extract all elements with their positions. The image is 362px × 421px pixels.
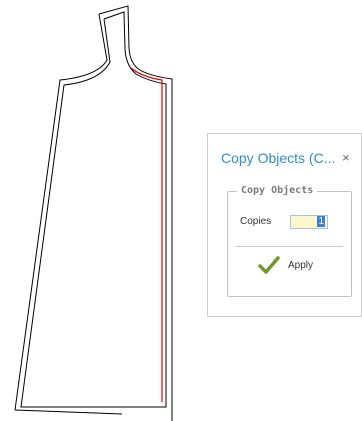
apply-button[interactable]: Apply bbox=[258, 254, 323, 278]
apply-label: Apply bbox=[288, 260, 314, 271]
copy-objects-group: Copy Objects Copies 1 Apply bbox=[227, 184, 352, 297]
copies-input[interactable]: 1 bbox=[290, 215, 328, 229]
garment-outline-outer[interactable] bbox=[14, 5, 173, 421]
panel-title: Copy Objects (C... bbox=[221, 150, 336, 166]
bottom-hem-line[interactable] bbox=[14, 409, 123, 415]
copy-objects-panel: Copy Objects (C... × Copy Objects Copies… bbox=[207, 133, 362, 317]
checkmark-icon bbox=[258, 256, 280, 274]
group-title: Copy Objects bbox=[237, 184, 318, 198]
copies-label: Copies bbox=[240, 216, 272, 227]
group-separator bbox=[236, 246, 343, 247]
selected-edge[interactable] bbox=[130, 67, 163, 402]
close-icon[interactable]: × bbox=[342, 150, 350, 166]
copies-value: 1 bbox=[317, 216, 325, 227]
